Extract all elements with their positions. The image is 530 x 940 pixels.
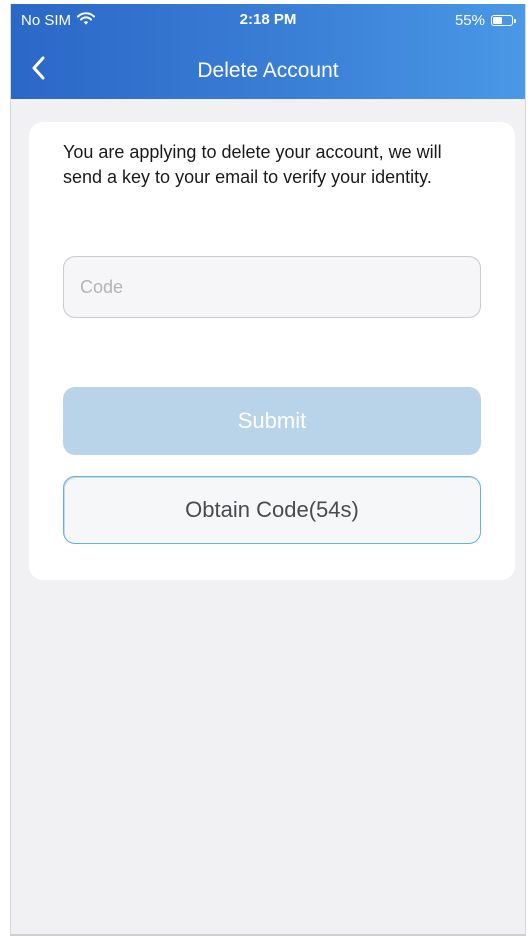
battery-percent: 55% [454,12,485,29]
intro-text: You are applying to delete your account,… [63,142,442,187]
page-title: Delete Account [197,59,339,82]
nav-bar: Delete Account [11,48,525,92]
battery-cap [514,19,516,23]
battery-icon [491,15,516,26]
submit-button[interactable]: Submit [63,387,481,455]
obtain-code-button[interactable]: Obtain Code(54s) [63,476,481,544]
status-right: 55% [454,12,516,29]
code-input[interactable] [63,256,481,318]
status-bar: No SIM 2:18 PM 55% [11,4,525,34]
phone-screen: No SIM 2:18 PM 55% Delete Account You ar… [10,4,526,936]
battery-fill [493,17,502,24]
app-header: No SIM 2:18 PM 55% Delete Account [11,4,525,99]
delete-account-card: You are applying to delete your account,… [29,122,515,580]
status-time: 2:18 PM [239,11,297,28]
